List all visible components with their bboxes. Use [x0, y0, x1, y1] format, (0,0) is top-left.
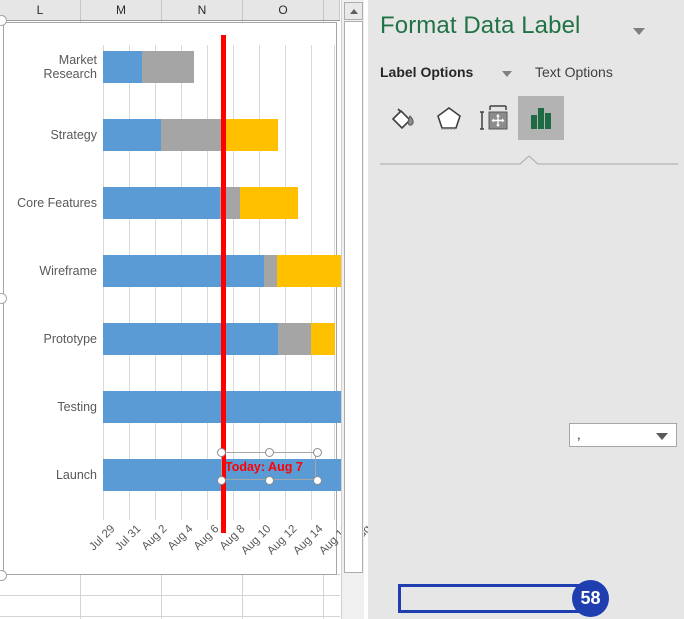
size-properties-icon[interactable]	[472, 96, 518, 140]
format-data-label-pane: Format Data Label Label Options Text Opt…	[368, 0, 684, 619]
separator-dropdown[interactable]: ,	[569, 423, 677, 447]
scrollbar-thumb[interactable]	[344, 21, 363, 573]
column-header-N[interactable]: N	[162, 0, 243, 20]
vertical-scrollbar[interactable]	[341, 0, 364, 619]
bar-segment-complete[interactable]	[103, 323, 278, 355]
bar-segment-remaining[interactable]	[226, 119, 278, 151]
column-header-row: L M N O	[0, 0, 340, 21]
chevron-down-icon[interactable]	[633, 28, 645, 35]
bar-segment-complete[interactable]	[103, 51, 142, 83]
chevron-down-icon[interactable]	[502, 71, 512, 77]
category-label-launch: Launch	[55, 468, 97, 482]
effects-icon[interactable]	[426, 96, 472, 140]
label-options-chart-icon[interactable]	[518, 96, 564, 140]
separator-value: ,	[577, 427, 581, 442]
x-tick-label: Aug 6	[191, 523, 222, 553]
grid-line-h	[0, 595, 340, 596]
pane-icon-tab-row	[380, 96, 680, 142]
paint-bucket-glyph	[391, 108, 414, 130]
active-tab-indicator	[380, 152, 678, 165]
category-label-wireframe: Wireframe	[39, 264, 97, 278]
x-tick-label: Jul 29	[87, 523, 118, 554]
category-label-testing: Testing	[57, 400, 97, 414]
selection-handle-tm[interactable]	[265, 448, 274, 457]
pane-title: Format Data Label	[380, 12, 581, 39]
today-data-label[interactable]: Today: Aug 7	[217, 448, 322, 485]
size-properties-glyph	[480, 105, 508, 130]
selection-handle-tl[interactable]	[217, 448, 226, 457]
category-label-market-research: Market Research	[43, 53, 98, 81]
column-header-L[interactable]: L	[0, 0, 81, 20]
today-data-label-text: Today: Aug 7	[225, 460, 303, 474]
grid-line-h	[0, 616, 340, 617]
bar-segment-complete[interactable]	[103, 187, 220, 219]
tab-underline-glyph	[380, 155, 678, 165]
selection-handle-br[interactable]	[313, 476, 322, 485]
chart-handle-top-left[interactable]	[0, 15, 7, 26]
annotation-highlight-box	[398, 584, 598, 613]
category-label-core-features: Core Features	[17, 196, 97, 210]
pentagon-glyph	[437, 107, 461, 130]
selection-handle-tr[interactable]	[313, 448, 322, 457]
triangle-up-icon	[349, 8, 358, 14]
column-header-M[interactable]: M	[81, 0, 162, 20]
column-header-partial[interactable]	[324, 0, 340, 20]
gantt-chart[interactable]: Market Research Strategy Core Features W…	[0, 15, 368, 581]
fill-line-icon[interactable]	[380, 96, 426, 140]
x-tick-label: Jul 31	[113, 523, 144, 554]
scroll-up-button[interactable]	[344, 2, 363, 20]
chevron-down-icon[interactable]	[656, 433, 668, 440]
chart-x-axis: Jul 29 Jul 31 Aug 2 Aug 4 Aug 6 Aug 8 Au…	[87, 523, 368, 593]
spreadsheet-pane: L M N O Market Research Strategy Core Fe…	[0, 0, 368, 619]
selection-handle-bm[interactable]	[265, 476, 274, 485]
selection-handle-bl[interactable]	[217, 476, 226, 485]
tab-text-options[interactable]: Text Options	[535, 64, 613, 80]
bar-segment-in-progress[interactable]	[161, 119, 226, 151]
bar-segment-in-progress[interactable]	[142, 51, 194, 83]
bar-segment-complete[interactable]	[103, 119, 161, 151]
bar-segment-in-progress[interactable]	[264, 255, 277, 287]
bar-segment-remaining[interactable]	[311, 323, 335, 355]
column-header-O[interactable]: O	[243, 0, 324, 20]
bar-segment-remaining[interactable]	[240, 187, 298, 219]
bar-chart-glyph	[531, 108, 551, 129]
chart-handle-mid-left[interactable]	[0, 293, 7, 304]
pane-tab-row: Label Options Text Options	[380, 64, 680, 86]
chart-plot-area: Market Research Strategy Core Features W…	[17, 35, 355, 533]
annotation-step-badge: 58	[572, 580, 609, 617]
category-label-strategy: Strategy	[50, 128, 97, 142]
x-tick-label: Aug 2	[139, 523, 170, 553]
tab-label-options[interactable]: Label Options	[380, 64, 473, 80]
category-label-prototype: Prototype	[43, 332, 97, 346]
bar-segment-in-progress[interactable]	[278, 323, 311, 355]
bar-segment-complete[interactable]	[103, 255, 264, 287]
x-tick-label: Aug 4	[165, 523, 196, 553]
